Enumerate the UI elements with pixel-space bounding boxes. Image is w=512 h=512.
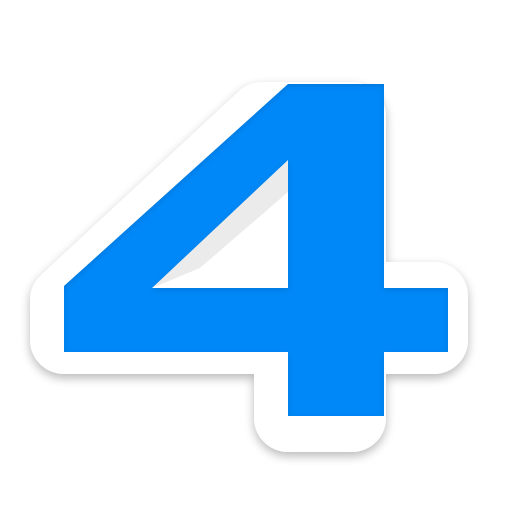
app-icon-canvas	[0, 0, 512, 512]
number-four-icon	[30, 81, 468, 452]
